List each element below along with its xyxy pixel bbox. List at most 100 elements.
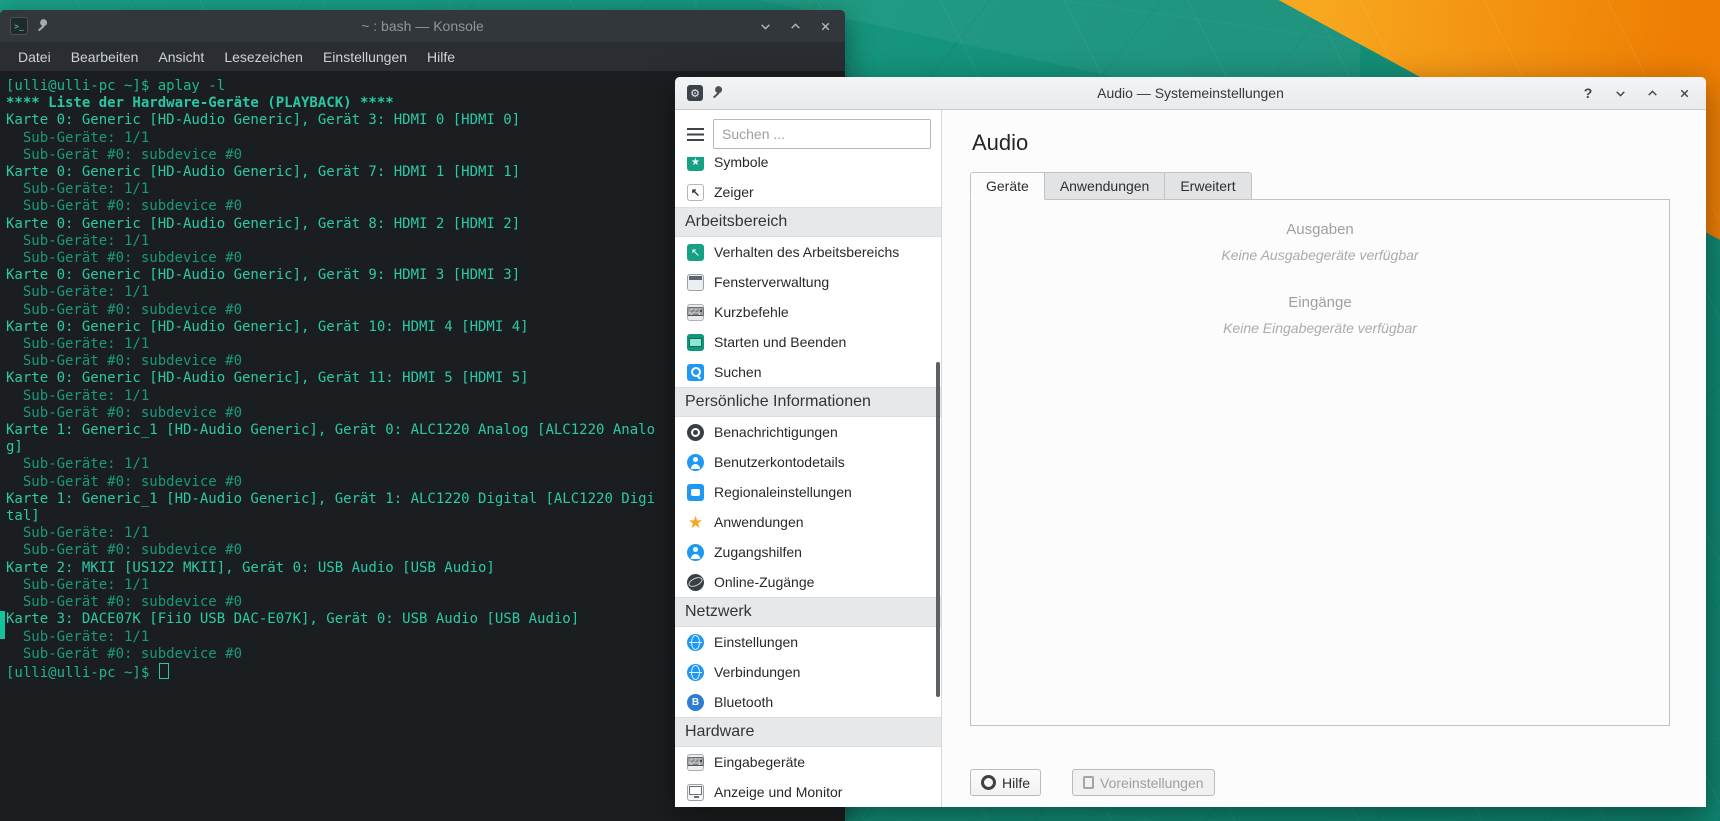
desktop: >_ ~ : bash — Konsole Datei Bearbeiten Ans… (0, 0, 1720, 821)
sidebar-item-label: Verhalten des Arbeitsbereichs (714, 244, 900, 260)
tab-erweitert[interactable]: Erweitert (1165, 172, 1252, 200)
page-title: Audio (972, 130, 1029, 155)
maximize-icon[interactable] (1642, 83, 1662, 103)
icons-icon (687, 157, 704, 171)
search-input[interactable] (713, 119, 931, 149)
systemsettings-icon: ⚙ (687, 85, 703, 101)
tab-geräte[interactable]: Geräte (970, 172, 1045, 200)
help-button[interactable]: Hilfe (970, 769, 1042, 796)
display-monitor-icon (687, 783, 704, 801)
terminal-scrollbar[interactable] (0, 611, 5, 639)
sidebar-scrollbar[interactable] (936, 362, 940, 697)
sidebar-item-label: Fensterverwaltung (714, 274, 830, 290)
settings-footer: Hilfe Voreinstellungen (970, 726, 1670, 807)
terminal-titlebar[interactable]: >_ ~ : bash — Konsole (0, 10, 845, 42)
sidebar-item-label: Zeiger (714, 184, 754, 200)
sidebar-item-label: Online-Zugänge (714, 574, 815, 590)
startup-shutdown-icon (687, 333, 704, 351)
outputs-heading: Ausgaben (1286, 221, 1354, 238)
menu-bearbeiten[interactable]: Bearbeiten (61, 42, 149, 71)
konsole-icon: >_ (10, 17, 28, 35)
sidebar-item-eingabegeräte[interactable]: Eingabegeräte (675, 747, 941, 777)
sidebar-section-netzwerk: Netzwerk (675, 597, 941, 627)
defaults-button[interactable]: Voreinstellungen (1072, 769, 1215, 796)
settings-sidebar: Symbole Zeiger Arbeitsbereich Verhalten des… (675, 110, 942, 807)
sidebar-item-verbindungen[interactable]: Verbindungen (675, 657, 941, 687)
connections-icon (687, 663, 704, 681)
tab-bar: Geräte Anwendungen Erweitert (970, 172, 1670, 200)
sidebar-item-suchen[interactable]: Suchen (675, 357, 941, 387)
cursor-icon (687, 183, 704, 201)
workspace-behavior-icon (687, 243, 704, 261)
menu-datei[interactable]: Datei (8, 42, 61, 71)
minimize-icon[interactable] (1610, 83, 1630, 103)
sidebar-item-starten-und-beenden[interactable]: Starten und Beenden (675, 327, 941, 357)
sidebar-item-label: Verbindungen (714, 664, 801, 680)
sidebar-item-label: Eingabegeräte (714, 754, 806, 770)
sidebar-item-label: Symbole (714, 157, 769, 170)
menu-hilfe[interactable]: Hilfe (417, 42, 465, 71)
sidebar-item-zeiger[interactable]: Zeiger (675, 177, 941, 207)
search-module-icon (687, 363, 704, 381)
sidebar-item-benachrichtigungen[interactable]: Benachrichtigungen (675, 417, 941, 447)
notifications-icon (687, 423, 704, 441)
sidebar-item-label: Anwendungen (714, 514, 804, 530)
sidebar-item-label: Kurzbefehle (714, 304, 789, 320)
sidebar-item-einstellungen[interactable]: Einstellungen (675, 627, 941, 657)
sidebar-item-anwendungen[interactable]: Anwendungen (675, 507, 941, 537)
devices-panel: Ausgaben Keine Ausgabegeräte verfügbar E… (970, 199, 1670, 726)
sidebar-item-verhalten-des-arbeitsbereichs[interactable]: Verhalten des Arbeitsbereichs (675, 237, 941, 267)
settings-main-pane: Audio Geräte Anwendungen Erweitert Ausgabe… (942, 110, 1706, 807)
outputs-empty-label: Keine Ausgabegeräte verfügbar (1221, 247, 1419, 263)
regional-icon (687, 483, 704, 501)
terminal-cursor (158, 662, 169, 679)
hamburger-menu-icon[interactable] (687, 127, 704, 141)
sidebar-item-fensterverwaltung[interactable]: Fensterverwaltung (675, 267, 941, 297)
shortcuts-icon (687, 303, 704, 321)
menu-lesezeichen[interactable]: Lesezeichen (214, 42, 313, 71)
settings-titlebar[interactable]: ⚙ Audio — Systemeinstellungen ? (675, 77, 1706, 110)
inputs-heading: Eingänge (1288, 294, 1352, 311)
applications-icon (687, 514, 704, 531)
menu-ansicht[interactable]: Ansicht (148, 42, 214, 71)
defaults-icon (1083, 776, 1095, 789)
help-titlebar-icon[interactable]: ? (1578, 83, 1598, 103)
menu-einstellungen[interactable]: Einstellungen (313, 42, 417, 71)
sidebar-item-label: Einstellungen (714, 634, 799, 650)
close-icon[interactable] (815, 16, 835, 36)
pin-icon[interactable] (34, 17, 51, 34)
sidebar-section-persönliche-informationen: Persönliche Informationen (675, 387, 941, 417)
bluetooth-icon (687, 693, 704, 711)
help-icon (981, 775, 996, 790)
sidebar-item-symbole[interactable]: Symbole (675, 157, 941, 177)
sidebar-item-label: Benachrichtigungen (714, 424, 838, 440)
sidebar-item-online-zugänge[interactable]: Online-Zugänge (675, 567, 941, 597)
minimize-icon[interactable] (755, 16, 775, 36)
window-management-icon (687, 273, 704, 291)
input-devices-icon (687, 753, 704, 771)
sidebar-item-label: Bluetooth (714, 694, 774, 710)
maximize-icon[interactable] (785, 16, 805, 36)
pin-icon[interactable] (709, 84, 726, 101)
close-icon[interactable] (1674, 83, 1694, 103)
online-accounts-icon (687, 573, 704, 591)
settings-title: Audio — Systemeinstellungen (1097, 85, 1284, 101)
sidebar-item-kurzbefehle[interactable]: Kurzbefehle (675, 297, 941, 327)
sidebar-item-label: Starten und Beenden (714, 334, 847, 350)
sidebar-section-arbeitsbereich: Arbeitsbereich (675, 207, 941, 237)
inputs-empty-label: Keine Eingabegeräte verfügbar (1223, 320, 1417, 336)
sidebar-item-label: Benutzerkontodetails (714, 454, 845, 470)
sidebar-item-zugangshilfen[interactable]: Zugangshilfen (675, 537, 941, 567)
sidebar-item-label: Suchen (714, 364, 762, 380)
sidebar-item-bluetooth[interactable]: Bluetooth (675, 687, 941, 717)
tab-anwendungen[interactable]: Anwendungen (1044, 172, 1166, 200)
sidebar-item-label: Zugangshilfen (714, 544, 802, 560)
sidebar-item-anzeige-und-monitor[interactable]: Anzeige und Monitor (675, 777, 941, 807)
network-settings-icon (687, 633, 704, 651)
accessibility-icon (687, 543, 704, 561)
sidebar-item-label: Regionaleinstellungen (714, 484, 852, 500)
settings-window: ⚙ Audio — Systemeinstellungen ? Suchen .… (675, 77, 1706, 807)
sidebar-item-benutzerkontodetails[interactable]: Benutzerkontodetails (675, 447, 941, 477)
sidebar-item-regionaleinstellungen[interactable]: Regionaleinstellungen (675, 477, 941, 507)
terminal-title: ~ : bash — Konsole (361, 18, 484, 34)
